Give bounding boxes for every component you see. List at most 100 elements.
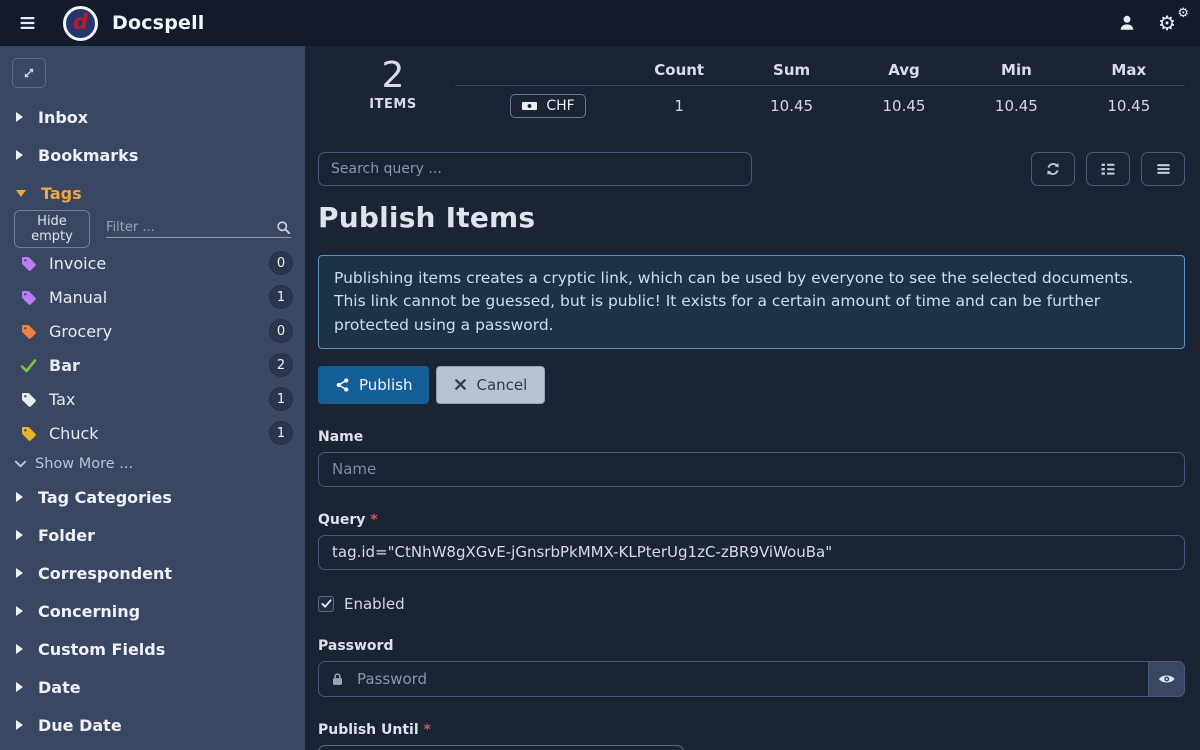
tag-row-chuck[interactable]: Chuck 1 [0,416,305,450]
caret-right-icon [16,606,23,616]
password-input[interactable] [318,661,1185,697]
main-content: 2 ITEMS Count Sum Avg Min Max [305,46,1200,750]
tag-row-tax[interactable]: Tax 1 [0,382,305,416]
tag-row-bar[interactable]: Bar 2 [0,348,305,382]
sidebar-item-custom-fields[interactable]: Custom Fields [0,630,305,668]
caret-right-icon [16,492,23,502]
stats-header-max: Max [1073,61,1185,79]
lock-icon [330,671,345,687]
tag-count-badge: 1 [269,387,293,411]
toolbar-buttons [1031,152,1185,186]
password-field-group [318,661,1185,697]
sidebar-item-tags[interactable]: Tags [0,174,305,212]
enabled-checkbox-row[interactable]: Enabled [318,595,1185,613]
password-label: Password [318,638,1185,654]
cancel-button[interactable]: Cancel [436,366,545,404]
publish-until-date-input[interactable] [318,745,684,750]
user-icon[interactable] [1112,12,1142,34]
expand-sidebar-button[interactable] [12,58,46,88]
date-field-group [318,745,684,750]
required-asterisk: * [424,722,431,738]
stats-summary: 2 ITEMS Count Sum Avg Min Max [318,46,1185,140]
cancel-button-label: Cancel [476,376,527,394]
stats-header-min: Min [960,61,1072,79]
tag-name: Chuck [49,424,257,443]
name-input[interactable] [318,452,1185,487]
show-more-label: Show More ... [35,456,133,472]
show-more-tags[interactable]: Show More ... [0,450,305,478]
tag-count-badge: 1 [269,285,293,309]
sidebar-item-label: Folder [38,526,95,545]
bars-icon [1156,162,1171,176]
money-bill-icon [521,98,538,114]
caret-right-icon [16,720,23,730]
sidebar-item-inbox[interactable]: Inbox [0,98,305,136]
sidebar-item-label: Concerning [38,602,140,621]
tag-row-invoice[interactable]: Invoice 0 [0,246,305,280]
items-count-block: 2 ITEMS [358,58,428,112]
tag-count-badge: 0 [269,251,293,275]
settings-cogs-icon[interactable]: ⚙⚙ [1152,11,1182,35]
refresh-icon [1045,161,1061,177]
tag-row-grocery[interactable]: Grocery 0 [0,314,305,348]
name-label: Name [318,429,1185,445]
tag-row-manual[interactable]: Manual 1 [0,280,305,314]
menu-icon[interactable] [14,11,41,35]
tag-count-badge: 0 [269,319,293,343]
publish-button-label: Publish [359,376,412,394]
close-icon [454,378,467,391]
caret-right-icon [16,150,23,160]
stats-header-avg: Avg [848,61,960,79]
caret-right-icon [16,112,23,122]
sidebar-item-label: Tags [41,184,82,203]
search-toolbar [318,152,1185,186]
sidebar-item-label: Correspondent [38,564,172,583]
sidebar-item-folder[interactable]: Folder [0,516,305,554]
stats-header-row: Count Sum Avg Min Max [455,54,1185,86]
sidebar-item-bookmarks[interactable]: Bookmarks [0,136,305,174]
tag-name: Tax [49,390,257,409]
sidebar-item-concerning[interactable]: Concerning [0,592,305,630]
stats-value-sum: 10.45 [735,97,847,115]
stats-header-count: Count [623,61,735,79]
stats-value-min: 10.45 [960,97,1072,115]
expand-diagonal-icon [22,66,36,80]
stats-table: Count Sum Avg Min Max CHF [455,46,1185,126]
tag-icon [20,323,37,340]
query-input[interactable] [318,535,1185,570]
sidebar-item-correspondent[interactable]: Correspondent [0,554,305,592]
password-label-text: Password [318,638,393,654]
publish-button[interactable]: Publish [318,366,429,404]
stats-value-count: 1 [623,97,735,115]
stats-header-sum: Sum [735,61,847,79]
sidebar-item-source[interactable]: Source [0,744,305,750]
publish-until-label-text: Publish Until [318,722,419,738]
publish-until-label: Publish Until * [318,722,1185,738]
sidebar-item-label: Date [38,678,81,697]
menu-bars-button[interactable] [1141,152,1185,186]
sidebar-item-due-date[interactable]: Due Date [0,706,305,744]
tag-filter-input[interactable] [106,220,276,235]
sidebar-item-tag-categories[interactable]: Tag Categories [0,478,305,516]
sidebar-item-label: Bookmarks [38,146,138,165]
hide-empty-button[interactable]: Hide empty [14,210,90,248]
currency-badge: CHF [510,94,585,118]
sidebar-item-label: Custom Fields [38,640,165,659]
tag-icon [20,289,37,306]
sidebar-item-date[interactable]: Date [0,668,305,706]
selection-mode-button[interactable] [1086,152,1130,186]
sidebar-item-label: Due Date [38,716,122,735]
tag-icon [20,255,37,272]
tag-count-badge: 1 [269,421,293,445]
toggle-password-visibility-button[interactable] [1148,661,1185,697]
search-query-input[interactable] [318,152,752,186]
query-label: Query * [318,512,1185,528]
share-icon [335,377,350,393]
enabled-checkbox[interactable] [318,596,334,612]
query-label-text: Query [318,512,365,528]
tag-name: Manual [49,288,257,307]
tag-icon [20,425,37,442]
refresh-button[interactable] [1031,152,1075,186]
topbar: d Docspell ⚙⚙ [0,0,1200,46]
chevron-down-icon [14,458,27,470]
